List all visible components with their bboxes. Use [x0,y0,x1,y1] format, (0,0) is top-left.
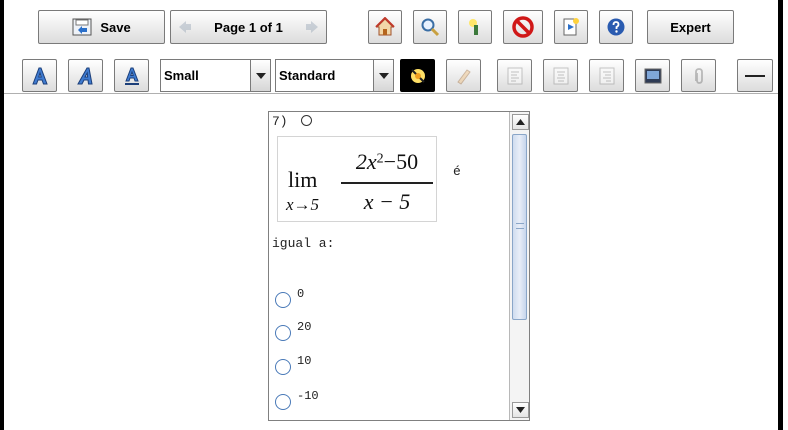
window-frame-right [778,0,783,430]
page-navigator: Page 1 of 1 [170,10,327,44]
stop-icon [512,16,534,38]
home-icon [375,17,395,37]
question-number: 7) [272,114,288,129]
radio-button[interactable] [275,394,291,410]
align-left-button[interactable] [497,59,532,92]
font-italic-a-icon [76,66,96,86]
option-label: 20 [297,320,312,334]
contrast-icon [408,66,428,86]
arrow-left-icon[interactable] [177,19,193,35]
math-numerator: 2x2−50 [341,149,433,175]
attach-button[interactable] [681,59,716,92]
font-bold-a-icon [30,66,50,86]
highlighter-icon [465,17,485,37]
font-style-select[interactable]: Standard [275,59,394,92]
text-underline-button[interactable] [114,59,149,92]
expert-label: Expert [670,19,711,35]
question-trailing-word: é [453,164,461,179]
math-numerator-base: 2x [355,149,377,174]
highlight-button[interactable] [458,10,492,44]
align-center-icon [553,67,569,85]
page-indicator: Page 1 of 1 [214,19,283,35]
help-icon [606,17,626,37]
notes-icon [561,17,581,37]
align-right-icon [599,67,615,85]
arrow-down-icon [516,407,525,413]
font-size-value: Small [164,68,199,83]
arrow-up-icon [516,119,525,125]
zoom-button[interactable] [413,10,447,44]
answer-option-4[interactable]: -10 [275,389,475,413]
text-bold-button[interactable] [22,59,57,92]
math-denominator: x − 5 [363,189,411,214]
font-size-select[interactable]: Small [160,59,271,92]
home-button[interactable] [368,10,402,44]
radio-button[interactable] [275,359,291,375]
vertical-scrollbar[interactable] [509,112,529,420]
contrast-button[interactable] [400,59,435,92]
align-center-button[interactable] [543,59,578,92]
align-left-icon [507,67,523,85]
text-italic-button[interactable] [68,59,103,92]
thumb-grip-icon [516,223,524,229]
scroll-down-button[interactable] [512,402,529,418]
arrow-right-icon[interactable] [304,19,320,35]
save-label: Save [100,19,131,35]
option-label: -10 [297,389,319,403]
radio-button[interactable] [275,325,291,341]
answer-option-2[interactable]: 20 [275,320,475,344]
font-style-value: Standard [279,68,336,83]
eraser-icon [455,67,473,85]
chevron-down-icon[interactable] [250,60,270,91]
paperclip-icon [692,67,706,85]
math-formula-box: lim x→5 2x2−50 x − 5 [277,136,437,222]
scroll-thumb[interactable] [512,134,527,320]
font-underline-a-icon [122,66,142,86]
save-icon [72,18,92,36]
save-button[interactable]: Save [38,10,165,44]
answer-option-3[interactable]: 10 [275,354,475,378]
help-button[interactable] [599,10,633,44]
horizontal-line-icon [745,74,765,78]
eraser-button[interactable] [446,59,481,92]
magnifier-icon [420,17,440,37]
question-marker-icon [301,115,313,126]
question-continuation: igual a: [272,236,335,251]
horizontal-rule-button[interactable] [737,59,773,92]
option-label: 0 [297,287,305,301]
question-panel: 7) lim x→5 2x2−50 x − 5 é igual a: 0 20 … [268,111,530,421]
fraction-bar [341,182,433,184]
question-number-row: 7) [272,114,313,129]
stop-button[interactable] [503,10,543,44]
math-limit-subscript: x→5 [286,195,320,214]
scroll-up-button[interactable] [512,114,529,130]
expert-button[interactable]: Expert [647,10,734,44]
math-numerator-rest: −50 [383,149,419,174]
math-lim: lim [288,167,318,192]
window-frame-left [0,0,4,430]
chevron-down-icon[interactable] [373,60,393,91]
image-icon [644,67,662,85]
radio-button[interactable] [275,292,291,308]
align-right-button[interactable] [589,59,624,92]
option-label: 10 [297,354,312,368]
image-button[interactable] [635,59,670,92]
toolbar-divider [4,93,778,94]
answer-option-1[interactable]: 0 [275,287,475,311]
notes-button[interactable] [554,10,588,44]
math-exponent: 2 [376,151,384,167]
